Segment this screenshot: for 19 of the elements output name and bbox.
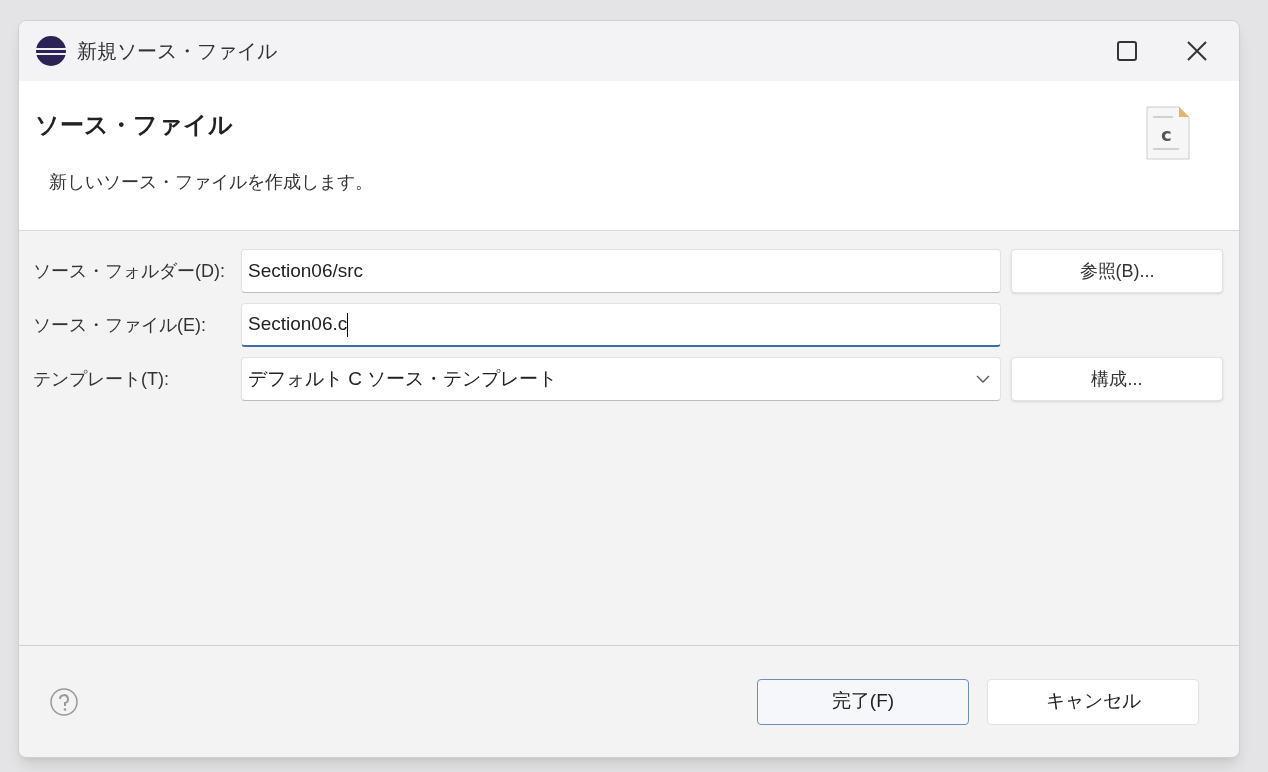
field-label: テンプレート(T): — [33, 367, 170, 391]
template-dropdown[interactable]: デフォルト C ソース・テンプレート — [241, 357, 1001, 401]
dialog-button[interactable]: 完了(F) — [757, 678, 969, 725]
c-source-file-icon: c — [1145, 105, 1191, 161]
window-title: 新規ソース・ファイル — [77, 39, 277, 64]
field-label: ソース・ファイル(E): — [33, 313, 207, 337]
field-button[interactable]: 構成... — [1011, 357, 1223, 401]
close-icon — [1186, 40, 1208, 62]
field-label: ソース・フォルダー(D): — [33, 259, 226, 283]
help-icon[interactable] — [49, 686, 79, 717]
chevron-down-icon — [976, 375, 990, 383]
page-title: ソース・ファイル — [35, 110, 233, 140]
input-field[interactable]: Section06/src — [241, 249, 1001, 293]
app-logo-icon — [35, 35, 67, 67]
dialog-button[interactable]: キャンセル — [987, 678, 1199, 725]
maximize-icon — [1116, 40, 1138, 62]
field-button[interactable]: 参照(B)... — [1011, 249, 1223, 293]
input-field[interactable]: Section06.c — [241, 303, 1001, 347]
page-description: 新しいソース・ファイルを作成します。 — [49, 171, 373, 194]
